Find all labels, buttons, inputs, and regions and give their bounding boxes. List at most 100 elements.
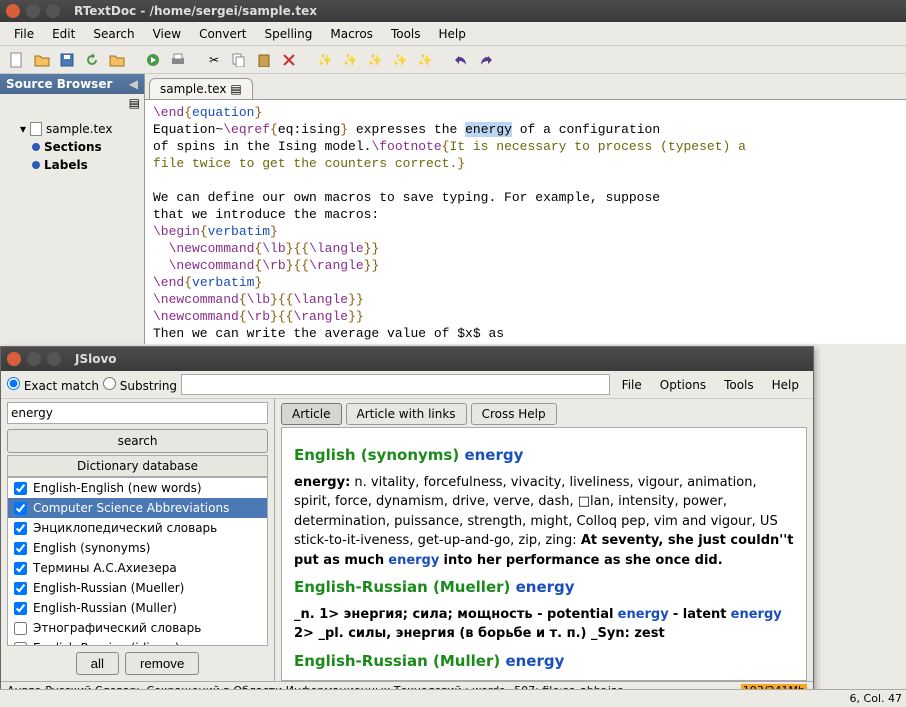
jslovo-menu-tools[interactable]: Tools: [716, 376, 762, 394]
db-label: English-Russian (Mueller): [33, 581, 184, 595]
paste-icon[interactable]: [253, 49, 275, 71]
db-item[interactable]: Термины А.С.Ахиезера: [8, 558, 267, 578]
redo-icon[interactable]: [475, 49, 497, 71]
bullet-icon: [32, 143, 40, 151]
editor-tabstrip: sample.tex ▤: [145, 74, 906, 100]
wand3-icon[interactable]: ✨: [364, 49, 386, 71]
cut-icon[interactable]: ✂: [203, 49, 225, 71]
menu-spelling[interactable]: Spelling: [257, 25, 321, 43]
all-button[interactable]: all: [76, 652, 119, 675]
wand2-icon[interactable]: ✨: [339, 49, 361, 71]
db-label: Термины А.С.Ахиезера: [33, 561, 177, 575]
radio-substring[interactable]: Substring: [103, 377, 177, 393]
jslovo-titlebar: JSlovo: [1, 347, 813, 371]
print-icon[interactable]: [167, 49, 189, 71]
source-browser-panel: Source Browser ◀ ▤ ▾sample.tex Sections …: [0, 74, 145, 344]
radio-exact[interactable]: Exact match: [7, 377, 99, 393]
db-checkbox[interactable]: [14, 582, 27, 595]
tab-cross-help[interactable]: Cross Help: [471, 403, 557, 425]
editor-tab[interactable]: sample.tex ▤: [149, 78, 253, 99]
tree-root[interactable]: ▾sample.tex: [4, 120, 140, 138]
minimize-icon[interactable]: [26, 4, 40, 18]
menu-macros[interactable]: Macros: [322, 25, 381, 43]
menu-view[interactable]: View: [145, 25, 189, 43]
run-icon[interactable]: [142, 49, 164, 71]
db-checkbox[interactable]: [14, 542, 27, 555]
article-body-2: _n. 1> энергия; сила; мощность - potenti…: [294, 605, 794, 644]
db-label: English-English (new words): [33, 481, 202, 495]
reload-icon[interactable]: [81, 49, 103, 71]
wand5-icon[interactable]: ✨: [414, 49, 436, 71]
db-item[interactable]: English-Russian (idioms): [8, 638, 267, 646]
db-item[interactable]: English-Russian (Muller): [8, 598, 267, 618]
db-checkbox[interactable]: [14, 482, 27, 495]
filter-input[interactable]: [181, 374, 610, 395]
db-item[interactable]: English-Russian (Mueller): [8, 578, 267, 598]
wand4-icon[interactable]: ✨: [389, 49, 411, 71]
main-titlebar: RTextDoc - /home/sergei/sample.tex: [0, 0, 906, 22]
db-checkbox[interactable]: [14, 522, 27, 535]
menu-edit[interactable]: Edit: [44, 25, 83, 43]
close-icon[interactable]: [6, 4, 20, 18]
file-icon: [30, 122, 42, 136]
maximize-icon[interactable]: [46, 4, 60, 18]
db-header: Dictionary database: [7, 455, 268, 477]
tab-article-links[interactable]: Article with links: [346, 403, 467, 425]
db-label: Энциклопедический словарь: [33, 521, 217, 535]
main-statusbar: 6, Col. 47: [0, 689, 906, 707]
delete-icon[interactable]: [278, 49, 300, 71]
db-label: Этнографический словарь: [33, 621, 201, 635]
maximize-icon[interactable]: [47, 352, 61, 366]
minimize-icon[interactable]: [27, 352, 41, 366]
db-item[interactable]: English (synonyms): [8, 538, 267, 558]
menu-search[interactable]: Search: [85, 25, 142, 43]
db-item[interactable]: Энциклопедический словарь: [8, 518, 267, 538]
db-checkbox[interactable]: [14, 622, 27, 635]
db-checkbox[interactable]: [14, 562, 27, 575]
window-title: RTextDoc - /home/sergei/sample.tex: [74, 4, 317, 18]
panel-menu-icon[interactable]: ▤: [129, 96, 140, 110]
db-label: English (synonyms): [33, 541, 150, 555]
source-browser-title: Source Browser: [6, 77, 112, 91]
wand1-icon[interactable]: ✨: [314, 49, 336, 71]
query-input[interactable]: energy: [7, 402, 268, 424]
menu-convert[interactable]: Convert: [191, 25, 254, 43]
db-label: Computer Science Abbreviations: [33, 501, 229, 515]
remove-button[interactable]: remove: [125, 652, 199, 675]
copy-icon[interactable]: [228, 49, 250, 71]
jslovo-title: JSlovo: [75, 352, 117, 366]
db-label: English-Russian (Muller): [33, 601, 177, 615]
cursor-position: 6, Col. 47: [850, 692, 902, 705]
tab-file-icon: ▤: [230, 82, 241, 96]
undo-icon[interactable]: [450, 49, 472, 71]
source-browser-header: Source Browser ◀: [0, 74, 144, 94]
tree-labels[interactable]: Labels: [4, 156, 140, 174]
jslovo-menu-options[interactable]: Options: [652, 376, 714, 394]
db-item[interactable]: Computer Science Abbreviations: [8, 498, 267, 518]
db-checkbox[interactable]: [14, 602, 27, 615]
db-checkbox[interactable]: [14, 502, 27, 515]
panel-close-icon[interactable]: ◀: [129, 77, 138, 91]
db-item[interactable]: English-English (new words): [8, 478, 267, 498]
tree-sections[interactable]: Sections: [4, 138, 140, 156]
jslovo-menu-help[interactable]: Help: [764, 376, 807, 394]
menu-help[interactable]: Help: [431, 25, 474, 43]
folder-icon[interactable]: [106, 49, 128, 71]
bullet-icon: [32, 161, 40, 169]
menu-file[interactable]: File: [6, 25, 42, 43]
tab-article[interactable]: Article: [281, 403, 342, 425]
jslovo-menu-file[interactable]: File: [614, 376, 650, 394]
jslovo-window: JSlovo Exact match Substring File Option…: [0, 346, 814, 702]
db-item[interactable]: Этнографический словарь: [8, 618, 267, 638]
menu-tools[interactable]: Tools: [383, 25, 429, 43]
db-list: English-English (new words) Computer Scie…: [7, 477, 268, 646]
toolbar: ✂ ✨ ✨ ✨ ✨ ✨: [0, 46, 906, 74]
save-icon[interactable]: [56, 49, 78, 71]
article-body-1: energy: n. vitality, forcefulness, vivac…: [294, 473, 794, 571]
open-icon[interactable]: [31, 49, 53, 71]
new-icon[interactable]: [6, 49, 28, 71]
editor-area[interactable]: \end{equation} Equation~\eqref{eq:ising}…: [145, 100, 906, 344]
search-button[interactable]: search: [7, 429, 268, 453]
close-icon[interactable]: [7, 352, 21, 366]
article-pane[interactable]: English (synonyms) energy energy: n. vit…: [281, 427, 807, 681]
